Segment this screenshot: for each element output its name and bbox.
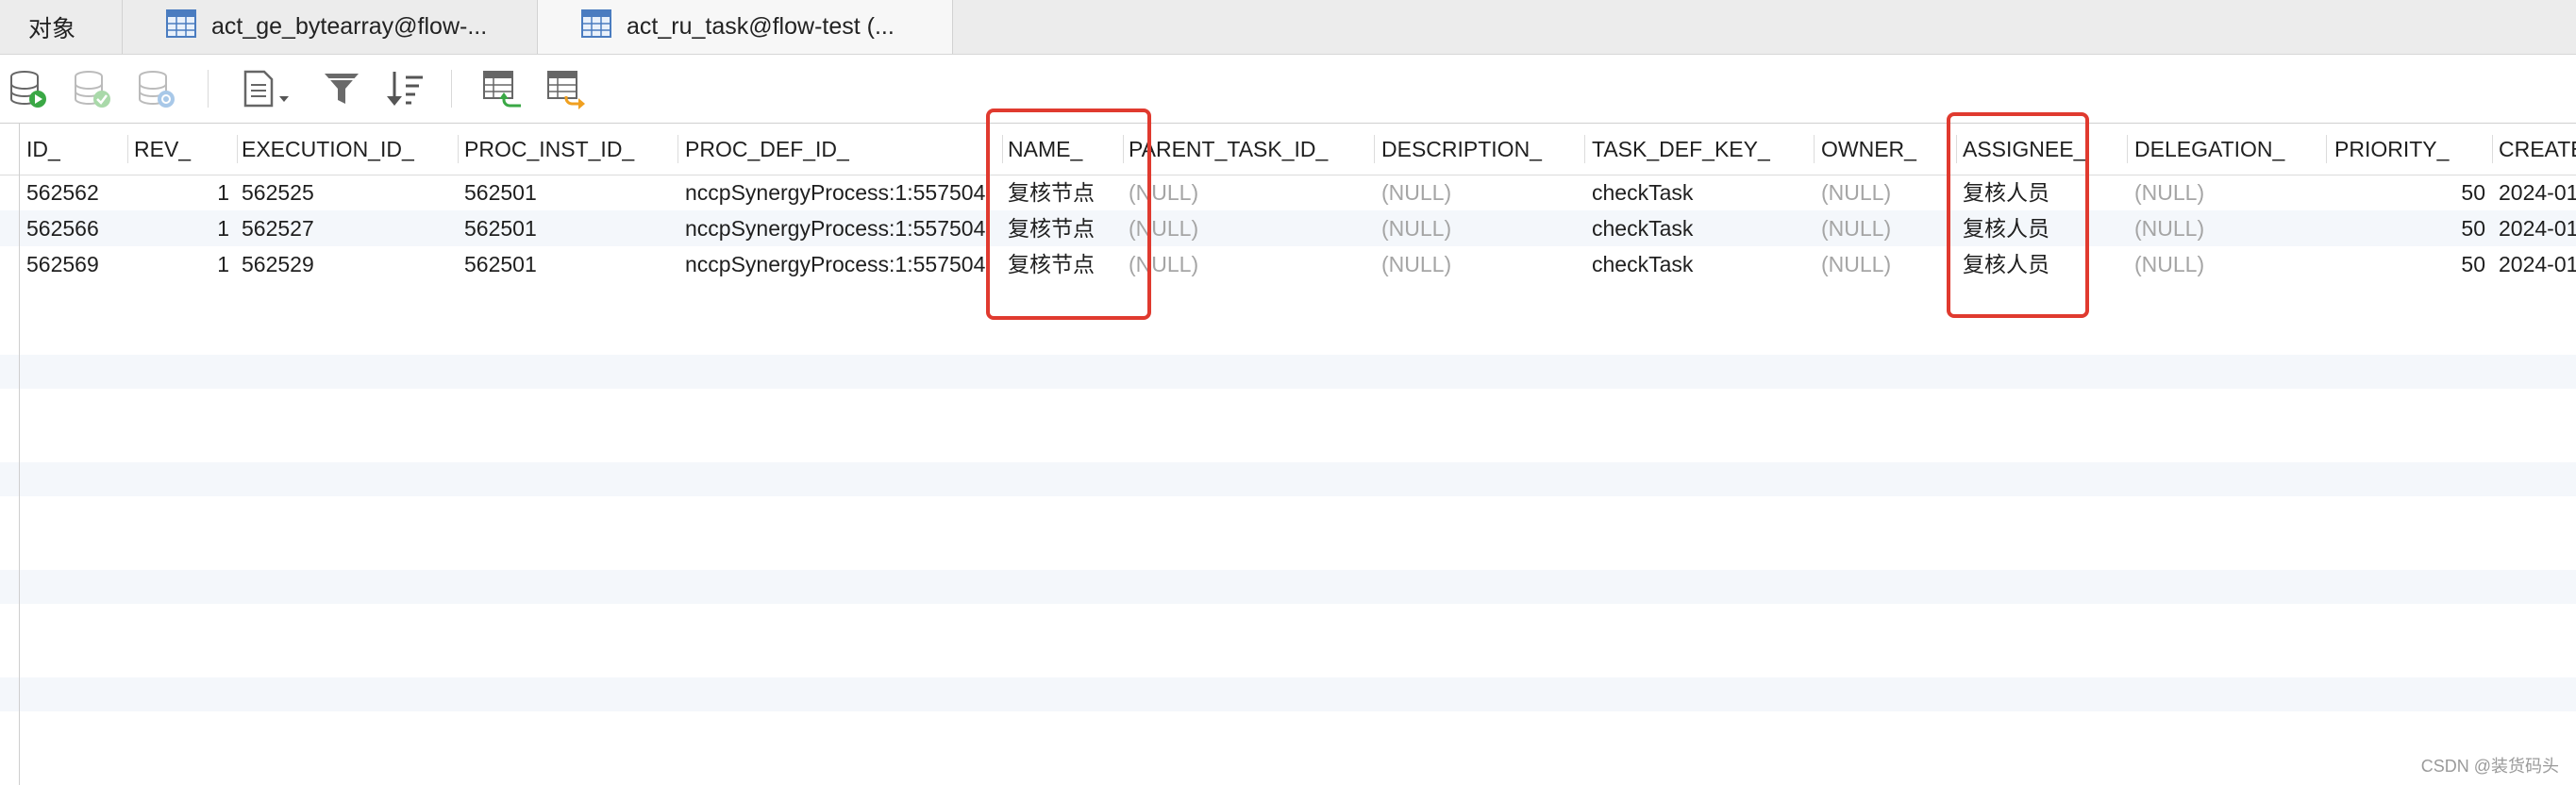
cell-proc-def-id[interactable]: nccpSynergyProcess:1:557504	[677, 210, 1002, 246]
cell-proc-inst-id[interactable]: 562501	[457, 246, 678, 282]
import-icon[interactable]	[481, 68, 523, 109]
export-icon[interactable]	[545, 68, 587, 109]
cell-execution-id[interactable]: 562529	[234, 246, 457, 282]
toolbar-divider	[451, 70, 452, 108]
tab-objects[interactable]: 对象	[0, 0, 123, 54]
cell-proc-inst-id[interactable]: 562501	[457, 175, 678, 210]
data-grid: ID_ REV_ EXECUTION_ID_ PROC_INST_ID_ PRO…	[0, 109, 2576, 785]
column-header-description[interactable]: DESCRIPTION_	[1374, 124, 1584, 175]
column-header-priority[interactable]: PRIORITY_	[2327, 124, 2493, 175]
column-header-rev[interactable]: REV_	[126, 124, 237, 175]
table-icon	[581, 9, 611, 44]
column-header-row: ID_ REV_ EXECUTION_ID_ PROC_INST_ID_ PRO…	[0, 123, 2576, 175]
cell-parent-task-id[interactable]: (NULL)	[1121, 175, 1374, 210]
cell-priority[interactable]: 50	[2327, 246, 2493, 282]
cell-priority[interactable]: 50	[2327, 210, 2493, 246]
empty-row-stripe	[0, 570, 2576, 604]
rollback-icon[interactable]	[136, 68, 177, 109]
table-row[interactable]: 562569 1 562529 562501 nccpSynergyProces…	[0, 246, 2576, 282]
cell-parent-task-id[interactable]: (NULL)	[1121, 246, 1374, 282]
table-row[interactable]: 562562 1 562525 562501 nccpSynergyProces…	[0, 175, 2576, 210]
empty-row-stripe	[0, 677, 2576, 711]
cell-description[interactable]: (NULL)	[1374, 210, 1584, 246]
text-view-icon[interactable]	[242, 68, 296, 109]
column-header-parent-task-id[interactable]: PARENT_TASK_ID_	[1121, 124, 1374, 175]
column-header-id[interactable]: ID_	[19, 124, 127, 175]
tab-label: 对象	[28, 15, 76, 42]
assignee-column-highlight	[1947, 112, 2089, 318]
table-icon	[166, 9, 196, 44]
tab-label: act_ge_bytearray@flow-...	[211, 13, 488, 40]
cell-proc-def-id[interactable]: nccpSynergyProcess:1:557504	[677, 246, 1002, 282]
cell-rev[interactable]: 1	[126, 246, 237, 282]
toolbar	[0, 55, 2576, 123]
cell-delegation[interactable]: (NULL)	[2127, 210, 2327, 246]
column-header-create-time[interactable]: CREATE	[2491, 124, 2576, 175]
cell-owner[interactable]: (NULL)	[1814, 210, 1957, 246]
cell-execution-id[interactable]: 562527	[234, 210, 457, 246]
sort-icon[interactable]	[383, 68, 425, 109]
cell-rev[interactable]: 1	[126, 210, 237, 246]
tab-bar: 对象 act_ge_bytearray@flow-... act_ru_task…	[0, 0, 2576, 55]
cell-id[interactable]: 562569	[19, 246, 127, 282]
commit-icon[interactable]	[72, 68, 113, 109]
grid-left-border	[19, 123, 20, 785]
cell-description[interactable]: (NULL)	[1374, 246, 1584, 282]
cell-task-def-key[interactable]: checkTask	[1584, 246, 1815, 282]
column-header-delegation[interactable]: DELEGATION_	[2127, 124, 2327, 175]
cell-create-time[interactable]: 2024-01	[2491, 210, 2576, 246]
empty-row-stripe	[0, 462, 2576, 496]
column-header-task-def-key[interactable]: TASK_DEF_KEY_	[1584, 124, 1815, 175]
cell-id[interactable]: 562566	[19, 210, 127, 246]
cell-owner[interactable]: (NULL)	[1814, 246, 1957, 282]
cell-execution-id[interactable]: 562525	[234, 175, 457, 210]
cell-delegation[interactable]: (NULL)	[2127, 175, 2327, 210]
cell-create-time[interactable]: 2024-01	[2491, 246, 2576, 282]
tab-act-ru-task[interactable]: act_ru_task@flow-test (...	[538, 0, 953, 54]
table-row[interactable]: 562566 1 562527 562501 nccpSynergyProces…	[0, 210, 2576, 246]
filter-icon[interactable]	[321, 68, 362, 109]
column-header-proc-inst-id[interactable]: PROC_INST_ID_	[457, 124, 678, 175]
cell-task-def-key[interactable]: checkTask	[1584, 175, 1815, 210]
cell-task-def-key[interactable]: checkTask	[1584, 210, 1815, 246]
begin-transaction-icon[interactable]	[8, 68, 49, 109]
name-column-highlight	[986, 109, 1151, 320]
column-header-proc-def-id[interactable]: PROC_DEF_ID_	[677, 124, 1004, 175]
column-header-owner[interactable]: OWNER_	[1814, 124, 1957, 175]
toolbar-divider	[208, 70, 209, 108]
cell-id[interactable]: 562562	[19, 175, 127, 210]
cell-description[interactable]: (NULL)	[1374, 175, 1584, 210]
cell-delegation[interactable]: (NULL)	[2127, 246, 2327, 282]
tab-label: act_ru_task@flow-test (...	[627, 13, 895, 40]
watermark: CSDN @装货码头	[2420, 757, 2559, 776]
cell-priority[interactable]: 50	[2327, 175, 2493, 210]
cell-parent-task-id[interactable]: (NULL)	[1121, 210, 1374, 246]
cell-proc-inst-id[interactable]: 562501	[457, 210, 678, 246]
cell-rev[interactable]: 1	[126, 175, 237, 210]
empty-row-stripe	[0, 355, 2576, 389]
cell-proc-def-id[interactable]: nccpSynergyProcess:1:557504	[677, 175, 1002, 210]
column-header-execution-id[interactable]: EXECUTION_ID_	[234, 124, 457, 175]
tab-act-ge-bytearray[interactable]: act_ge_bytearray@flow-...	[123, 0, 538, 54]
cell-create-time[interactable]: 2024-01	[2491, 175, 2576, 210]
cell-owner[interactable]: (NULL)	[1814, 175, 1957, 210]
